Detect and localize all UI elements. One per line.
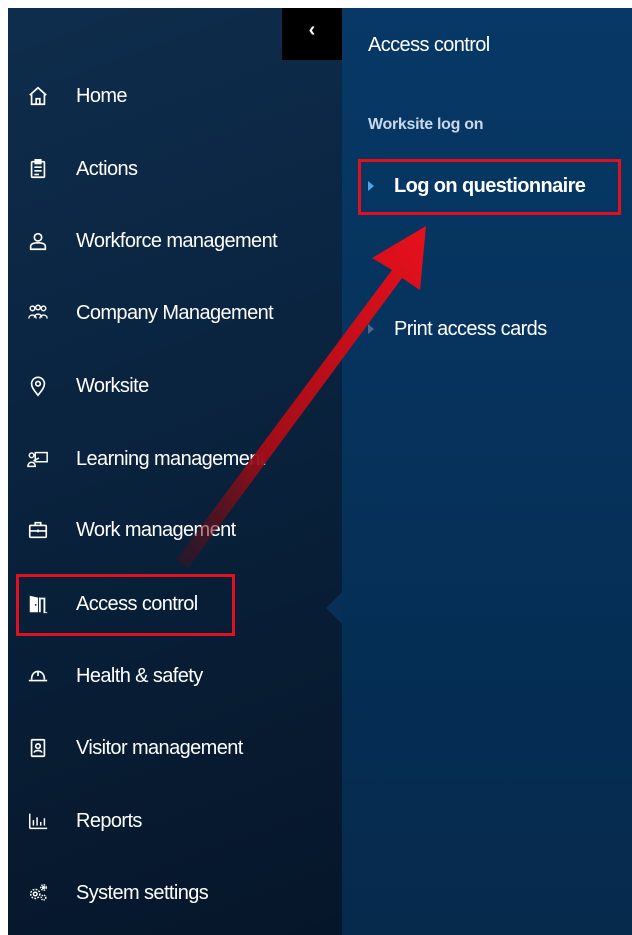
- sidebar-item-label: Learning management: [76, 447, 265, 470]
- submenu-item-label: Print access cards: [394, 317, 547, 340]
- sidebar-item-workforce-management[interactable]: Workforce management: [8, 213, 342, 269]
- submenu-item-print-access-cards[interactable]: Print access cards: [368, 309, 547, 349]
- sidebar-item-learning-management[interactable]: Learning management: [8, 431, 342, 487]
- bar-chart-icon: [26, 809, 50, 833]
- sidebar-item-label: Workforce management: [76, 229, 278, 252]
- sidebar-item-company-management[interactable]: Company Management: [8, 285, 342, 341]
- clipboard-icon: [26, 157, 50, 181]
- home-icon: [26, 84, 50, 108]
- collapse-sidebar-button[interactable]: ‹: [282, 8, 342, 60]
- hard-hat-icon: [26, 664, 50, 688]
- sidebar-item-system-settings[interactable]: System settings: [8, 865, 342, 921]
- sidebar-item-visitor-management[interactable]: Visitor management: [8, 720, 342, 776]
- submenu-title: Access control: [368, 34, 490, 56]
- chevron-left-icon: ‹: [308, 19, 316, 41]
- sidebar-item-work-management[interactable]: Work management: [8, 502, 342, 558]
- submenu-panel: Access control Worksite log on Log on qu…: [342, 8, 632, 935]
- sidebar-item-health-safety[interactable]: Health & safety: [8, 648, 342, 704]
- id-badge-icon: [26, 736, 50, 760]
- sidebar-item-label: Actions: [76, 157, 138, 180]
- navigation-frame: ‹ Home Actions Workforce management Comp…: [8, 8, 632, 935]
- briefcase-icon: [26, 518, 50, 542]
- sidebar-item-actions[interactable]: Actions: [8, 141, 342, 197]
- caret-right-icon: [368, 324, 374, 334]
- sidebar-item-label: Company Management: [76, 301, 274, 324]
- access-control-highlight-box: [16, 574, 235, 636]
- location-pin-icon: [26, 374, 50, 398]
- person-icon: [26, 229, 50, 253]
- sidebar-item-label: System settings: [76, 881, 209, 904]
- active-item-pointer: [326, 592, 342, 624]
- sidebar: ‹ Home Actions Workforce management Comp…: [8, 8, 342, 935]
- sidebar-item-label: Health & safety: [76, 664, 203, 687]
- presentation-icon: [26, 447, 50, 471]
- log-on-questionnaire-highlight-box: [358, 159, 621, 215]
- sidebar-item-label: Visitor management: [76, 736, 243, 759]
- sidebar-item-home[interactable]: Home: [8, 68, 342, 124]
- sidebar-item-label: Home: [76, 84, 128, 107]
- sidebar-item-worksite[interactable]: Worksite: [8, 358, 342, 414]
- sidebar-item-reports[interactable]: Reports: [8, 793, 342, 849]
- group-icon: [26, 301, 50, 325]
- sidebar-item-label: Work management: [76, 518, 236, 541]
- submenu-section-heading: Worksite log on: [368, 116, 484, 133]
- sidebar-item-label: Reports: [76, 809, 142, 832]
- sidebar-item-label: Worksite: [76, 374, 149, 397]
- gears-icon: [26, 881, 50, 905]
